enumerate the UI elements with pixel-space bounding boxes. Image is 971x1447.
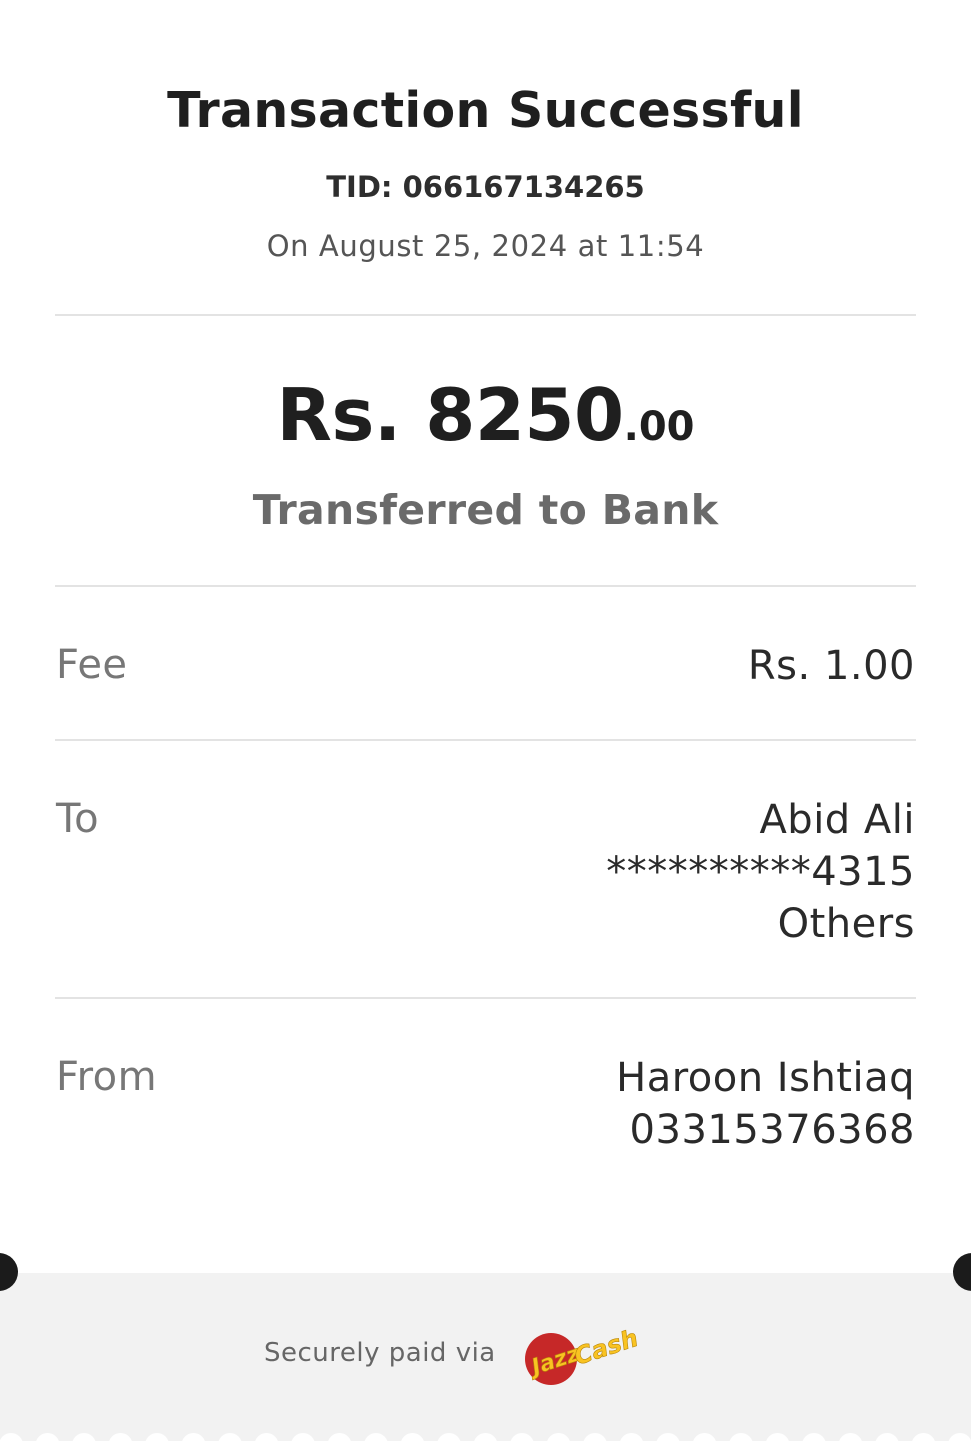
page-title: Transaction Successful <box>167 82 804 139</box>
scallop <box>546 1433 571 1447</box>
to-details: Abid Ali **********4315 Others <box>606 794 915 950</box>
jazzcash-logo-cash: Cash <box>571 1324 642 1371</box>
secure-payment-text: Securely paid via <box>264 1338 496 1368</box>
scallop <box>364 1433 388 1447</box>
fee-label: Fee <box>56 642 128 688</box>
scallop <box>0 1433 23 1447</box>
sender-number: 03315376368 <box>629 1107 915 1153</box>
scallop <box>108 1433 133 1447</box>
scallop <box>473 1433 498 1447</box>
scallop <box>72 1433 96 1447</box>
recipient-bank: Others <box>777 901 915 947</box>
scallop <box>765 1433 790 1447</box>
from-label: From <box>56 1054 158 1100</box>
scallop <box>948 1433 971 1447</box>
divider <box>55 585 916 587</box>
scallop <box>35 1433 60 1447</box>
recipient-name: Abid Ali <box>759 797 915 843</box>
scallop <box>327 1433 352 1447</box>
scallop <box>619 1433 644 1447</box>
scallop <box>802 1433 826 1447</box>
recipient-account: **********4315 <box>606 849 915 895</box>
scallop <box>875 1433 899 1447</box>
receipt-scalloped-edge <box>0 1433 971 1447</box>
fee-value: Rs. 1.00 <box>747 643 915 689</box>
amount-description: Transferred to Bank <box>252 486 719 534</box>
scallop <box>510 1433 534 1447</box>
scallop <box>181 1433 206 1447</box>
amount-cents: .00 <box>623 404 695 450</box>
transaction-datetime: On August 25, 2024 at 11:54 <box>266 229 705 263</box>
divider <box>55 997 916 999</box>
amount-main: Rs. 8250 <box>276 373 625 457</box>
divider <box>55 739 916 741</box>
scallop <box>838 1433 863 1447</box>
scallop <box>254 1433 279 1447</box>
scallop <box>911 1433 936 1447</box>
sender-name: Haroon Ishtiaq <box>616 1055 915 1101</box>
from-details: Haroon Ishtiaq 03315376368 <box>616 1052 915 1156</box>
scallop <box>218 1433 242 1447</box>
scallop <box>656 1433 680 1447</box>
scallop <box>692 1433 717 1447</box>
divider <box>55 314 916 316</box>
scallop <box>400 1433 425 1447</box>
scallop <box>145 1433 169 1447</box>
to-label: To <box>56 796 100 842</box>
jazzcash-logo: Jazz Cash <box>525 1324 642 1385</box>
transaction-amount: Rs. 8250.00 <box>0 373 971 457</box>
transaction-id: TID: 066167134265 <box>326 170 645 204</box>
scallop <box>291 1433 315 1447</box>
scallop <box>583 1433 607 1447</box>
scallop <box>729 1433 753 1447</box>
scallop <box>437 1433 461 1447</box>
